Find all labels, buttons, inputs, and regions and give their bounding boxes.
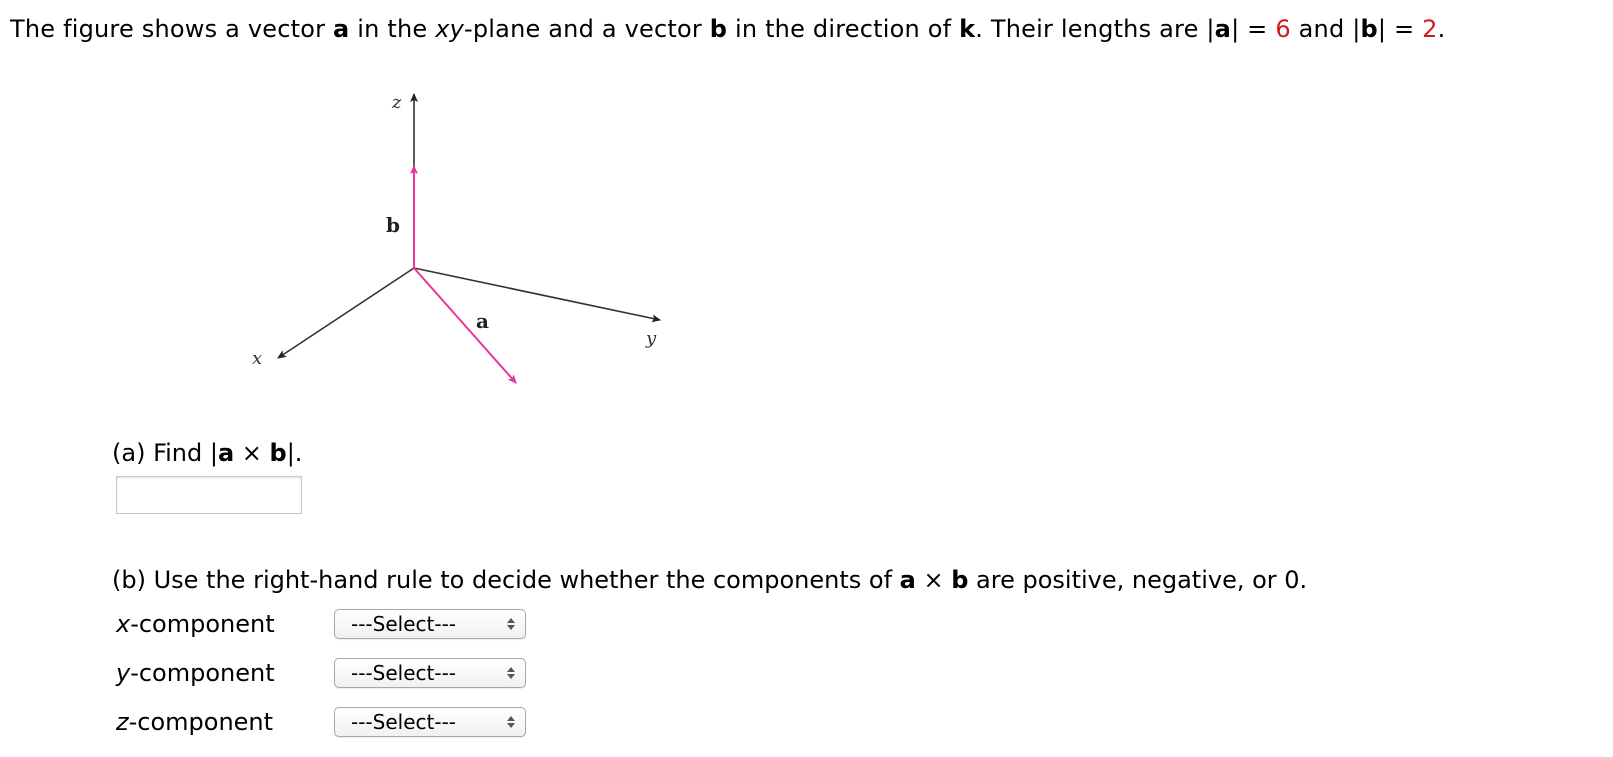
length-b-value: 2 [1422, 15, 1438, 43]
statement-text: . Their lengths are | [975, 15, 1215, 43]
component-label-text: -component [128, 708, 274, 736]
vector-a-label: a [476, 309, 489, 333]
question-text: |. [286, 439, 303, 467]
vector-b-symbol: b [951, 566, 969, 594]
statement-text: in the direction of [727, 15, 960, 43]
select-updown-icon [507, 667, 515, 679]
vector-b-label: b [386, 213, 400, 237]
vector-b-symbol: b [269, 439, 287, 467]
variable-symbol: x [116, 610, 131, 638]
xy-symbol: xy [435, 15, 464, 43]
statement-text: The figure shows a vector [10, 15, 334, 43]
x-component-row: x-component ---Select--- [116, 607, 526, 641]
y-component-label: y-component [116, 656, 334, 690]
select-updown-icon [507, 618, 515, 630]
component-label-text: -component [130, 659, 275, 687]
variable-symbol: z [116, 708, 129, 736]
statement-text: | = [1377, 15, 1423, 43]
x-axis [277, 267, 415, 359]
y-component-row: y-component ---Select--- [116, 656, 526, 690]
cross-symbol: × [234, 439, 270, 467]
question-text: are positive, negative, or 0. [968, 566, 1308, 594]
vector-a-symbol: a [899, 566, 916, 594]
x-component-select[interactable]: ---Select--- [334, 609, 526, 639]
vector-a-symbol: a [333, 15, 350, 43]
variable-symbol: y [116, 659, 131, 687]
statement-text: | = [1231, 15, 1276, 43]
statement-text: . [1437, 15, 1446, 43]
part-b-question: (b) Use the right-hand rule to decide wh… [112, 563, 1307, 597]
vector-b-symbol: b [1360, 15, 1378, 43]
z-component-select[interactable]: ---Select--- [334, 707, 526, 737]
component-label-text: -component [130, 610, 275, 638]
z-axis-label: z [391, 92, 402, 113]
vector-b-symbol: b [709, 15, 728, 43]
vector-diagram: z y x b a [252, 92, 661, 384]
question-text: (b) Use the right-hand rule to decide wh… [112, 566, 900, 594]
length-a-value: 6 [1275, 15, 1291, 43]
question-text: (a) Find | [112, 439, 218, 467]
vector-a-symbol: a [217, 439, 235, 467]
y-axis-label: y [645, 328, 657, 349]
select-value: ---Select--- [351, 612, 456, 636]
vector-k-symbol: k [959, 15, 976, 43]
problem-statement: The figure shows a vector a in the xy-pl… [10, 12, 1446, 46]
vector-a-symbol: a [1214, 15, 1232, 43]
z-component-row: z-component ---Select--- [116, 705, 526, 739]
select-value: ---Select--- [351, 661, 456, 685]
part-a-question: (a) Find |a × b|. [112, 436, 302, 470]
vector-figure: z y x b a [240, 80, 680, 400]
select-value: ---Select--- [351, 710, 456, 734]
statement-text: and | [1290, 15, 1361, 43]
vector-a-arrow [413, 267, 517, 384]
z-component-label: z-component [116, 705, 334, 739]
x-axis-label: x [252, 348, 262, 369]
cross-product-magnitude-input[interactable] [116, 476, 302, 514]
x-component-label: x-component [116, 607, 334, 641]
statement-text: -plane and a vector [464, 15, 710, 43]
y-component-select[interactable]: ---Select--- [334, 658, 526, 688]
cross-symbol: × [915, 566, 952, 594]
select-updown-icon [507, 716, 515, 728]
statement-text: in the [349, 15, 436, 43]
y-axis [413, 267, 661, 323]
